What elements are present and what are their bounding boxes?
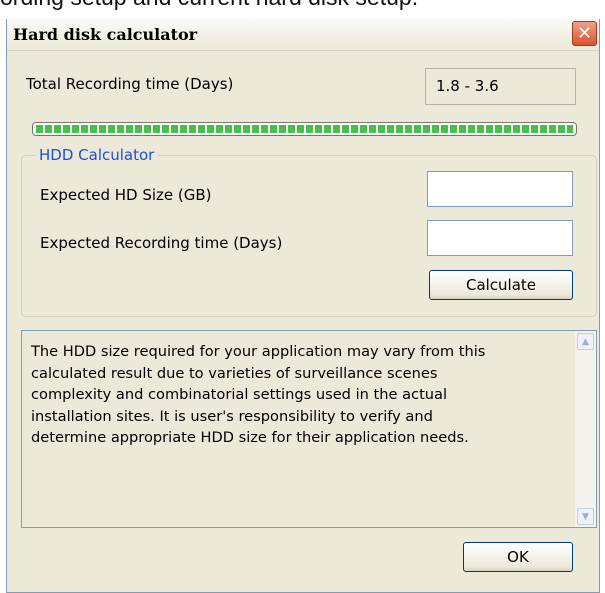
notice-line: complexity and combinatorial settings us…: [31, 386, 448, 403]
close-icon: ✕: [576, 22, 593, 44]
recording-progress-bar: [32, 122, 577, 136]
notice-line: The HDD size required for your applicati…: [31, 343, 486, 360]
title-bar[interactable]: Hard disk calculator ✕: [7, 19, 599, 51]
close-button[interactable]: ✕: [572, 21, 597, 46]
recording-time-input[interactable]: [427, 220, 573, 256]
hd-size-label: Expected HD Size (GB): [40, 186, 212, 204]
notice-textarea[interactable]: The HDD size required for your applicati…: [21, 330, 597, 528]
scroll-up-icon[interactable]: ▲: [577, 333, 594, 350]
notice-line: calculated result due to varieties of su…: [31, 364, 438, 382]
notice-line: determine appropriate HDD size for their…: [31, 429, 469, 446]
hdd-calculator-legend: HDD Calculator: [36, 146, 158, 164]
background-caption: ording setup and current hard disk setup…: [0, 0, 605, 11]
recording-time-label: Expected Recording time (Days): [40, 234, 283, 252]
notice-line: installation sites. It is user's respons…: [31, 407, 433, 425]
notice-text: The HDD size required for your applicati…: [31, 341, 567, 449]
hard-disk-calculator-dialog: Hard disk calculator ✕ Total Recording t…: [6, 19, 600, 593]
calculate-button[interactable]: Calculate: [429, 270, 573, 300]
ok-button[interactable]: OK: [463, 542, 573, 572]
scroll-down-icon[interactable]: ▼: [577, 508, 594, 525]
progress-fill: [36, 125, 573, 133]
total-recording-label: Total Recording time (Days): [26, 75, 234, 93]
hd-size-input[interactable]: [427, 171, 573, 207]
notice-scrollbar[interactable]: ▲ ▼: [575, 331, 596, 527]
window-title: Hard disk calculator: [13, 25, 198, 44]
total-recording-value: 1.8 - 3.6: [425, 68, 576, 105]
